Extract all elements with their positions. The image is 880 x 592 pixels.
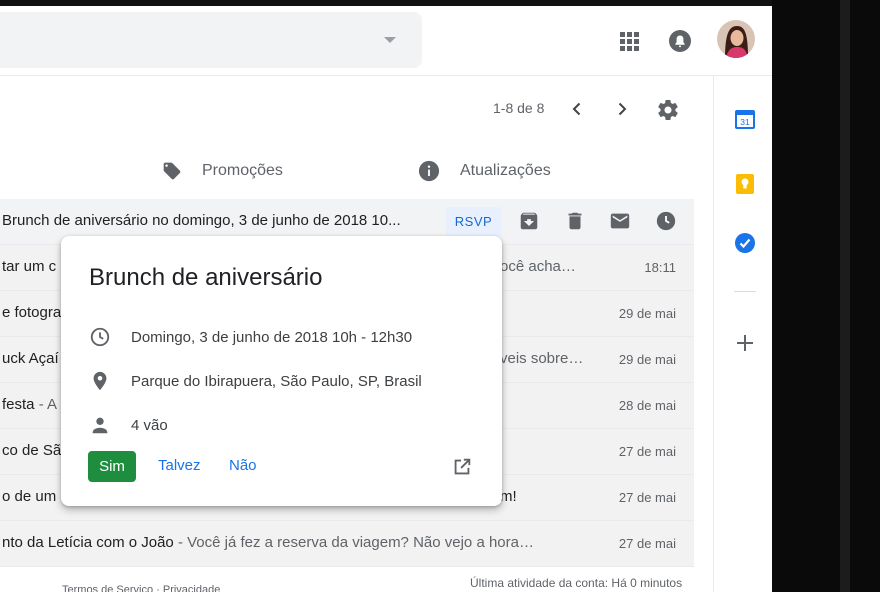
apps-grid-icon[interactable]	[618, 30, 640, 52]
chevron-left-icon[interactable]	[567, 99, 587, 119]
email-subject: uck Açaí	[2, 350, 59, 367]
email-date: 29 de mai	[618, 306, 676, 321]
snooze-icon[interactable]	[655, 210, 677, 232]
tab-label: Promoções	[202, 162, 283, 179]
rsvp-yes-button[interactable]: Sim	[88, 451, 136, 482]
gear-icon[interactable]	[656, 98, 680, 122]
calendar-icon[interactable]: 31	[734, 108, 756, 130]
email-row[interactable]: nto da Letícia com o João - Você já fez …	[0, 521, 694, 567]
event-guests: 4 vão	[131, 416, 168, 434]
email-snippet: - Você já fez a reserva da viagem? Não v…	[173, 534, 534, 551]
email-snippet: m!	[500, 488, 517, 505]
info-icon	[418, 160, 440, 182]
footer-links[interactable]: Termos de Serviço · Privacidade	[62, 584, 220, 592]
email-snippet: ocê acha…	[500, 258, 576, 275]
pagination-label: 1-8 de 8	[493, 100, 545, 116]
event-datetime-row: Domingo, 3 de junho de 2018 10h - 12h30	[89, 325, 412, 349]
email-date: 27 de mai	[618, 490, 676, 505]
chevron-right-icon[interactable]	[612, 99, 632, 119]
search-options-chevron-icon[interactable]	[384, 37, 396, 43]
tag-icon	[163, 162, 181, 180]
email-date: 28 de mai	[618, 398, 676, 413]
side-panel-divider	[734, 291, 756, 292]
email-subject-line: nto da Letícia com o João - Você já fez …	[2, 534, 534, 551]
device-frame-edge	[840, 0, 850, 592]
gmail-window: 31 1-8 de 8 Promoções Atualizações Brunc…	[0, 6, 772, 592]
event-guests-row: 4 vão	[89, 413, 168, 437]
delete-icon[interactable]	[564, 210, 586, 232]
email-subject: tar um c	[2, 258, 57, 275]
email-subject-line: festa - A	[2, 396, 57, 413]
device-frame-right	[772, 0, 880, 592]
event-popup: Brunch de aniversário Domingo, 3 de junh…	[61, 236, 502, 506]
clock-icon	[89, 326, 111, 348]
rsvp-button[interactable]: RSVP	[446, 207, 501, 237]
email-subject: Brunch de aniversário no domingo, 3 de j…	[2, 212, 401, 229]
tab-label: Atualizações	[460, 162, 551, 179]
location-pin-icon	[89, 370, 111, 392]
email-date: 18:11	[644, 260, 676, 275]
mark-unread-icon[interactable]	[609, 210, 631, 232]
open-in-new-icon[interactable]	[451, 456, 473, 478]
email-date: 29 de mai	[618, 352, 676, 367]
email-date: 27 de mai	[618, 444, 676, 459]
add-icon[interactable]	[734, 332, 756, 354]
app-header	[0, 6, 772, 76]
rsvp-maybe-button[interactable]: Talvez	[158, 457, 201, 474]
calendar-date-label: 31	[740, 117, 750, 127]
email-subject: festa	[2, 396, 35, 413]
avatar[interactable]	[717, 20, 755, 58]
account-activity: Última atividade da conta: Há 0 minutos	[470, 576, 683, 590]
side-panel: 31	[713, 76, 772, 592]
email-subject: o de um	[2, 488, 57, 505]
keep-icon[interactable]	[734, 173, 756, 195]
email-snippet: veis sobre…	[500, 350, 584, 367]
bell-icon[interactable]	[668, 29, 692, 53]
event-location: Parque do Ibirapuera, São Paulo, SP, Bra…	[131, 372, 422, 390]
event-location-row: Parque do Ibirapuera, São Paulo, SP, Bra…	[89, 369, 422, 393]
search-bar[interactable]	[0, 12, 422, 68]
email-subject: co de São	[2, 442, 70, 459]
event-title: Brunch de aniversário	[89, 264, 323, 291]
email-date: 27 de mai	[618, 536, 676, 551]
archive-icon[interactable]	[518, 210, 540, 232]
tab-atualizacoes[interactable]: Atualizações	[418, 156, 551, 186]
event-datetime: Domingo, 3 de junho de 2018 10h - 12h30	[131, 328, 413, 346]
rsvp-no-button[interactable]: Não	[229, 457, 257, 474]
tasks-icon[interactable]	[734, 232, 756, 254]
tab-promocoes[interactable]: Promoções	[162, 156, 283, 186]
person-icon	[89, 414, 111, 436]
email-subject: nto da Letícia com o João	[2, 534, 174, 551]
email-subject: e fotogra	[2, 304, 62, 321]
email-snippet: - A	[34, 396, 58, 413]
